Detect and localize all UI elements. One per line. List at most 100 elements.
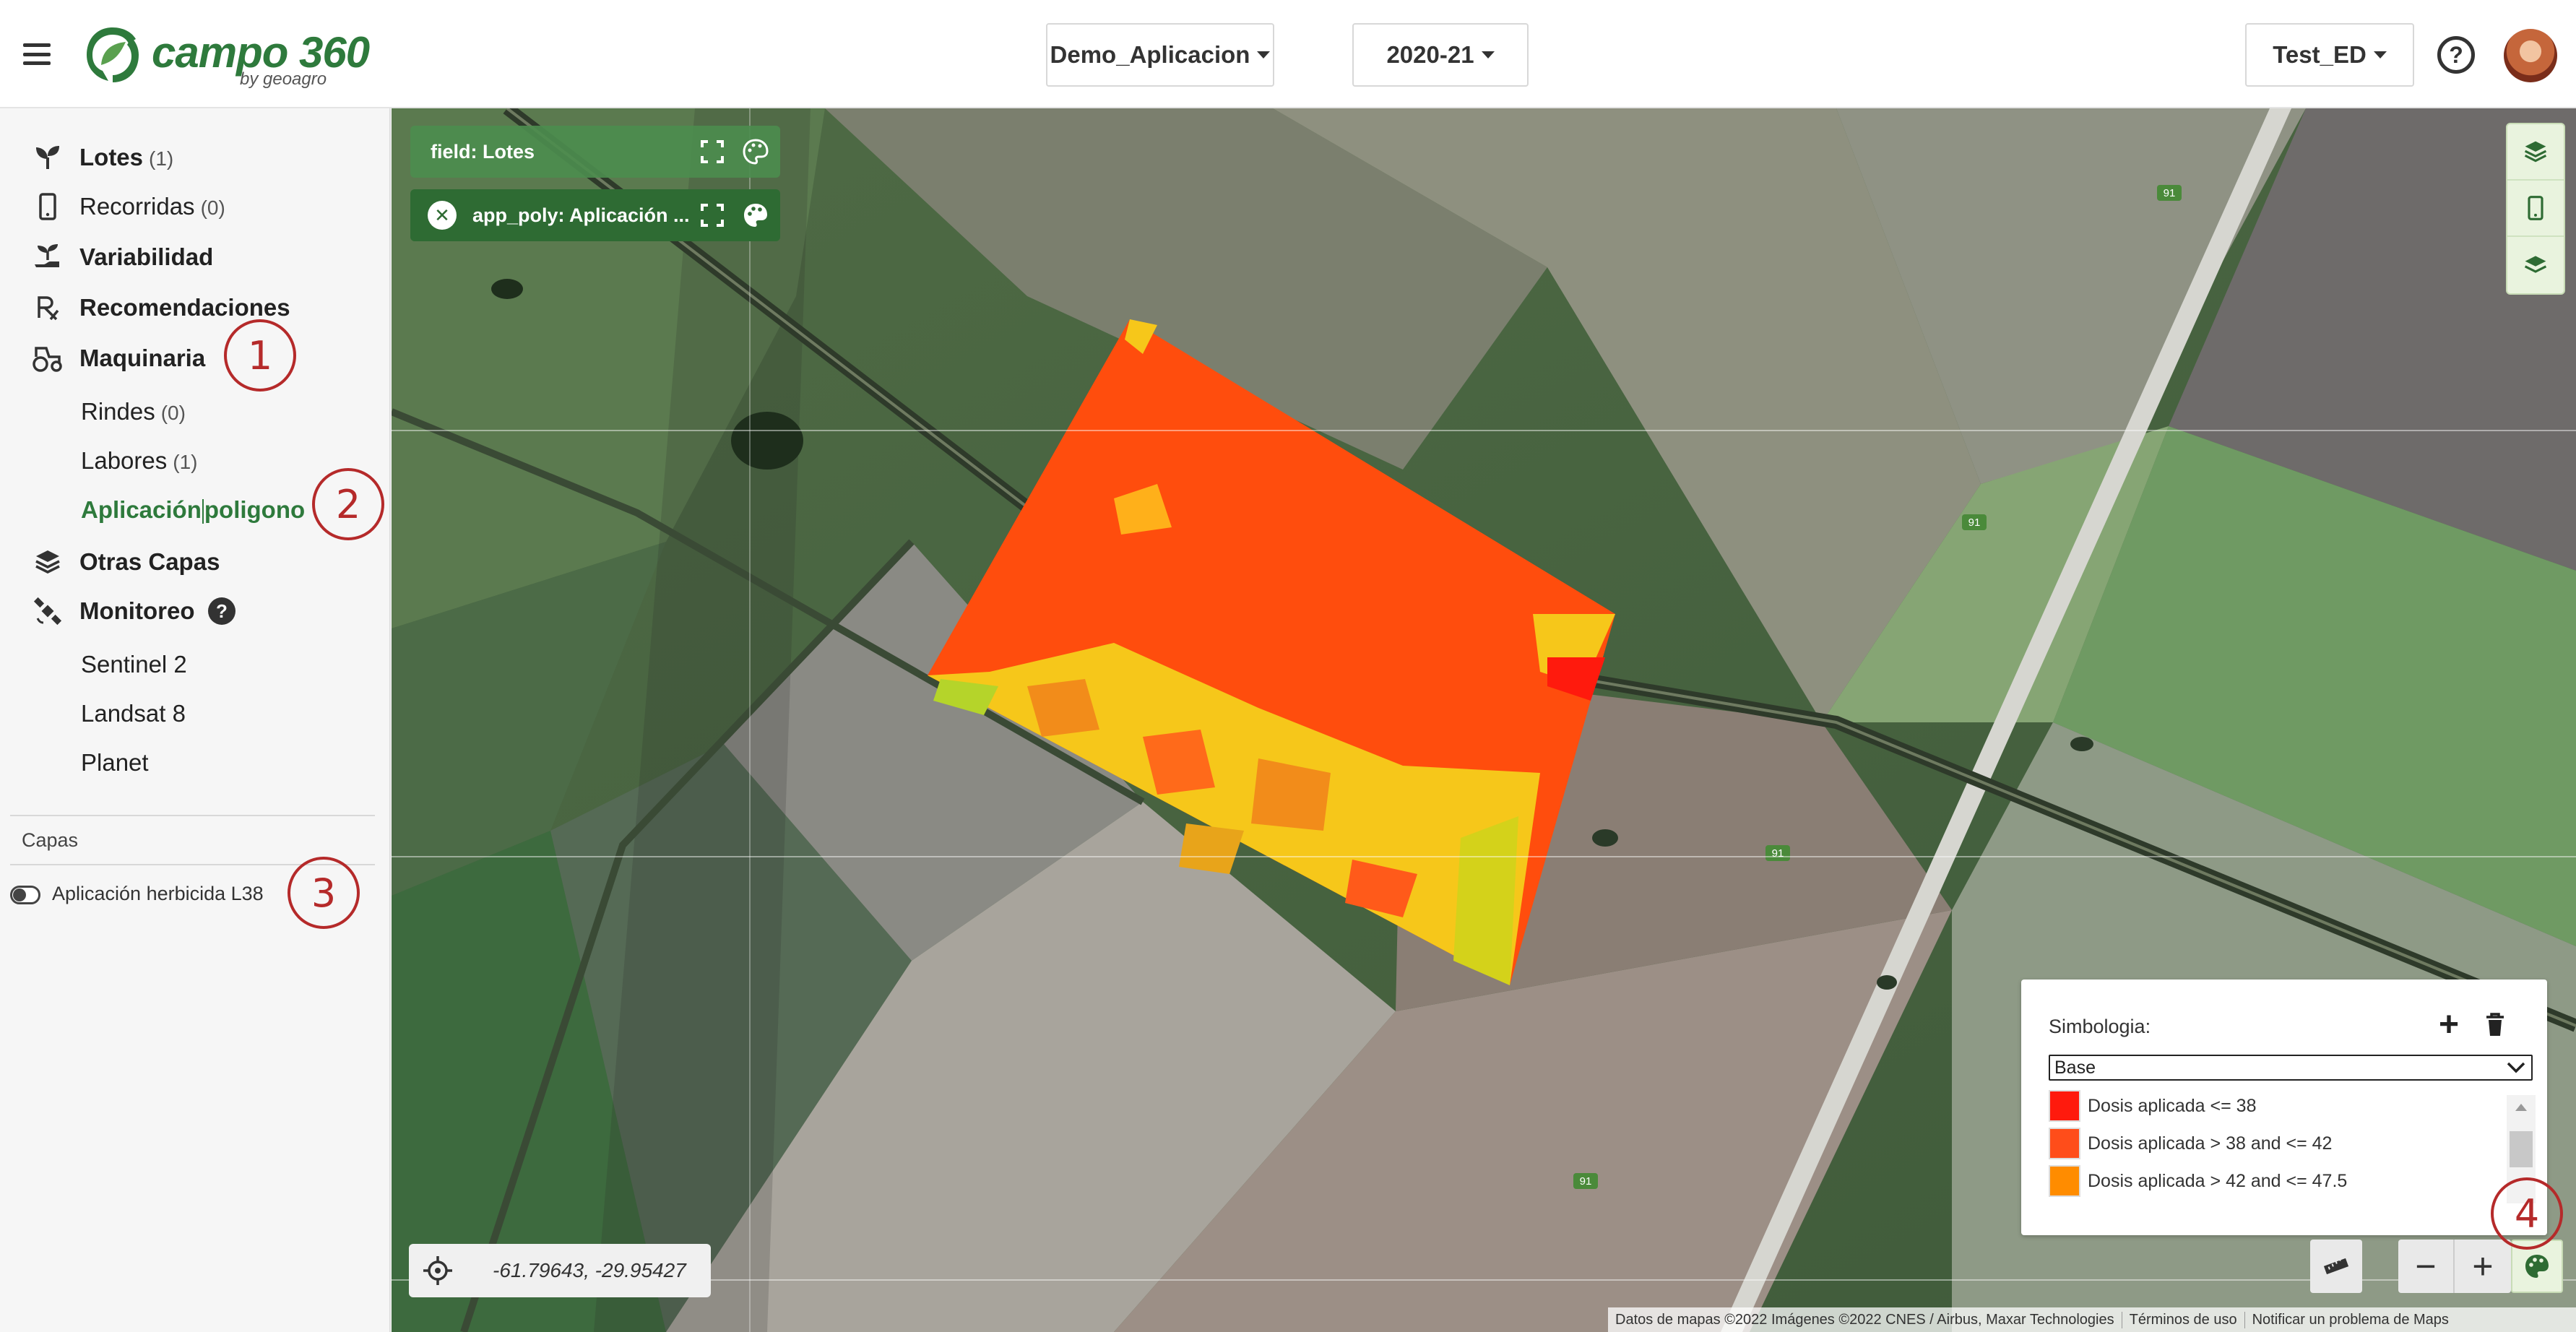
user-dropdown-label: Test_ED (2273, 41, 2367, 68)
palette-icon[interactable] (741, 201, 770, 230)
phone-icon (2528, 196, 2543, 220)
palette-icon (2525, 1255, 2549, 1278)
report-problem-link[interactable]: Notificar un problema de Maps (2245, 1312, 2456, 1328)
tractor-icon (32, 342, 64, 374)
sidebar-item-recorridas[interactable]: Recorridas (0) (0, 185, 376, 228)
zoom-in-button[interactable]: + (2455, 1240, 2511, 1293)
attribution-text: Datos de mapas ©2022 Imágenes ©2022 CNES… (1608, 1311, 2122, 1328)
hamburger-menu-icon[interactable] (23, 43, 51, 65)
sidebar-item-label: Recomendaciones (79, 294, 290, 321)
sidebar-item-count: (1) (149, 147, 174, 170)
sidebar-item-label: Maquinaria (79, 345, 206, 371)
ruler-icon (2323, 1258, 2349, 1275)
layers-button[interactable] (2507, 124, 2564, 181)
road-shield: 91 (1962, 514, 1987, 530)
legend-label: Dosis aplicada <= 38 (2088, 1095, 2257, 1116)
chevron-down-icon (2507, 1062, 2525, 1073)
symbology-select-value: Base (2054, 1057, 2096, 1078)
sidebar-item-recomendaciones[interactable]: Recomendaciones (0, 286, 376, 329)
sidebar-item-maquinaria[interactable]: Maquinaria (0, 337, 376, 380)
trash-icon[interactable] (2481, 1010, 2510, 1039)
season-dropdown-label: 2020-21 (1386, 41, 1474, 68)
sidebar-subitem-sentinel[interactable]: Sentinel 2 (0, 643, 376, 686)
layers-icon (32, 546, 64, 578)
scroll-up-icon[interactable] (2515, 1104, 2527, 1111)
symbology-select[interactable]: Base (2049, 1055, 2533, 1081)
close-icon[interactable]: ✕ (428, 201, 457, 230)
logo-subtitle: by geoagro (240, 69, 327, 89)
layer-visibility-toggle[interactable] (10, 886, 40, 904)
layer-card-field[interactable]: field: Lotes (410, 126, 780, 178)
coordinates-box: -61.79643, -29.95427 (409, 1244, 711, 1297)
logo-mark-icon (87, 27, 139, 82)
callout-1: 1 (224, 319, 296, 392)
layers-icon (2524, 141, 2547, 163)
fullscreen-icon[interactable] (699, 139, 725, 165)
sidebar-subitem-label-b: poligono (204, 496, 306, 523)
prescription-icon (32, 292, 64, 324)
legend-entry: Dosis aplicada > 42 and <= 47.5 (2049, 1164, 2468, 1198)
legend-entry: Dosis aplicada <= 38 (2049, 1089, 2468, 1123)
sidebar-subitem-labores[interactable]: Labores (1) (0, 439, 376, 483)
legend-swatch (2049, 1165, 2080, 1197)
layer-card-label: app_poly: Aplicación ... (472, 204, 690, 226)
add-symbology-button[interactable]: + (2433, 1006, 2465, 1044)
season-dropdown[interactable]: 2020-21 (1352, 23, 1529, 87)
sidebar-item-lotes[interactable]: Lotes (1) (0, 136, 376, 179)
satellite-icon (32, 595, 64, 627)
sidebar-item-otras-capas[interactable]: Otras Capas (0, 540, 376, 584)
road-shield: 91 (2157, 185, 2182, 201)
palette-icon[interactable] (741, 137, 770, 166)
legend-swatch (2049, 1128, 2080, 1159)
crosshair-icon[interactable] (422, 1255, 454, 1286)
overlay-layers-button[interactable] (2507, 237, 2564, 293)
legend-entry: Dosis aplicada > 38 and <= 42 (2049, 1127, 2468, 1160)
sidebar-item-label: Lotes (79, 144, 144, 170)
stacked-layers-icon (2524, 256, 2547, 273)
measure-button[interactable] (2310, 1240, 2362, 1293)
map-tool-column (2506, 123, 2565, 295)
map-attribution: Datos de mapas ©2022 Imágenes ©2022 CNES… (1608, 1307, 2576, 1332)
scroll-thumb[interactable] (2510, 1131, 2533, 1167)
map-view[interactable]: 91 91 91 91 field: Lotes ✕ app_poly: Apl… (392, 108, 2576, 1332)
road-shield: 91 (1765, 845, 1790, 861)
device-button[interactable] (2507, 181, 2564, 237)
dataset-dropdown[interactable]: Demo_Aplicacion (1046, 23, 1274, 87)
text-cursor (202, 499, 204, 524)
svg-text:91: 91 (1968, 516, 1981, 529)
sidebar-item-variabilidad[interactable]: Variabilidad (0, 235, 376, 279)
sidebar-item-monitoreo[interactable]: Monitoreo ? (0, 589, 376, 633)
caret-down-icon (2373, 51, 2387, 59)
monitoreo-help-icon[interactable]: ? (208, 597, 235, 625)
sidebar-item-label: Recorridas (79, 193, 195, 220)
terms-link[interactable]: Términos de uso (2122, 1311, 2245, 1328)
sidebar-subitem-label-a: Aplicación (81, 496, 202, 523)
legend-label: Dosis aplicada > 42 and <= 47.5 (2088, 1170, 2348, 1191)
sidebar-item-label: Otras Capas (79, 548, 220, 575)
legend-title: Simbologia: (2049, 1016, 2151, 1037)
campo360-logo[interactable]: campo 360 by geoagro (81, 22, 370, 89)
user-dropdown[interactable]: Test_ED (2245, 23, 2414, 87)
sidebar-subitem-count: (0) (160, 402, 186, 424)
layer-card-app-poly[interactable]: ✕ app_poly: Aplicación ... (410, 189, 780, 241)
callout-2: 2 (312, 468, 384, 540)
symbology-legend: Simbologia: + Base Dosis aplicada <= 38 … (2021, 979, 2547, 1235)
sidebar-subitem-rindes[interactable]: Rindes (0) (0, 390, 376, 433)
sidebar-subitem-label: Sentinel 2 (81, 651, 187, 678)
avatar[interactable] (2504, 29, 2557, 82)
sprout-icon (32, 142, 64, 173)
help-icon[interactable]: ? (2437, 36, 2475, 74)
dataset-dropdown-label: Demo_Aplicacion (1050, 41, 1250, 68)
svg-text:91: 91 (1580, 1175, 1592, 1188)
legend-label: Dosis aplicada > 38 and <= 42 (2088, 1133, 2333, 1154)
sidebar-subitem-landsat[interactable]: Landsat 8 (0, 692, 376, 735)
sidebar-subitem-planet[interactable]: Planet (0, 741, 376, 784)
sidebar-subitem-count: (1) (173, 451, 198, 473)
sidebar-subitem-label: Landsat 8 (81, 700, 186, 727)
capas-layer-label: Aplicación herbicida L38 (52, 883, 264, 904)
road-shield: 91 (1573, 1173, 1598, 1189)
zoom-out-button[interactable]: − (2398, 1240, 2455, 1293)
fullscreen-icon[interactable] (699, 202, 725, 228)
sidebar-subitem-label: Labores (81, 447, 168, 474)
legend-swatch (2049, 1090, 2080, 1122)
